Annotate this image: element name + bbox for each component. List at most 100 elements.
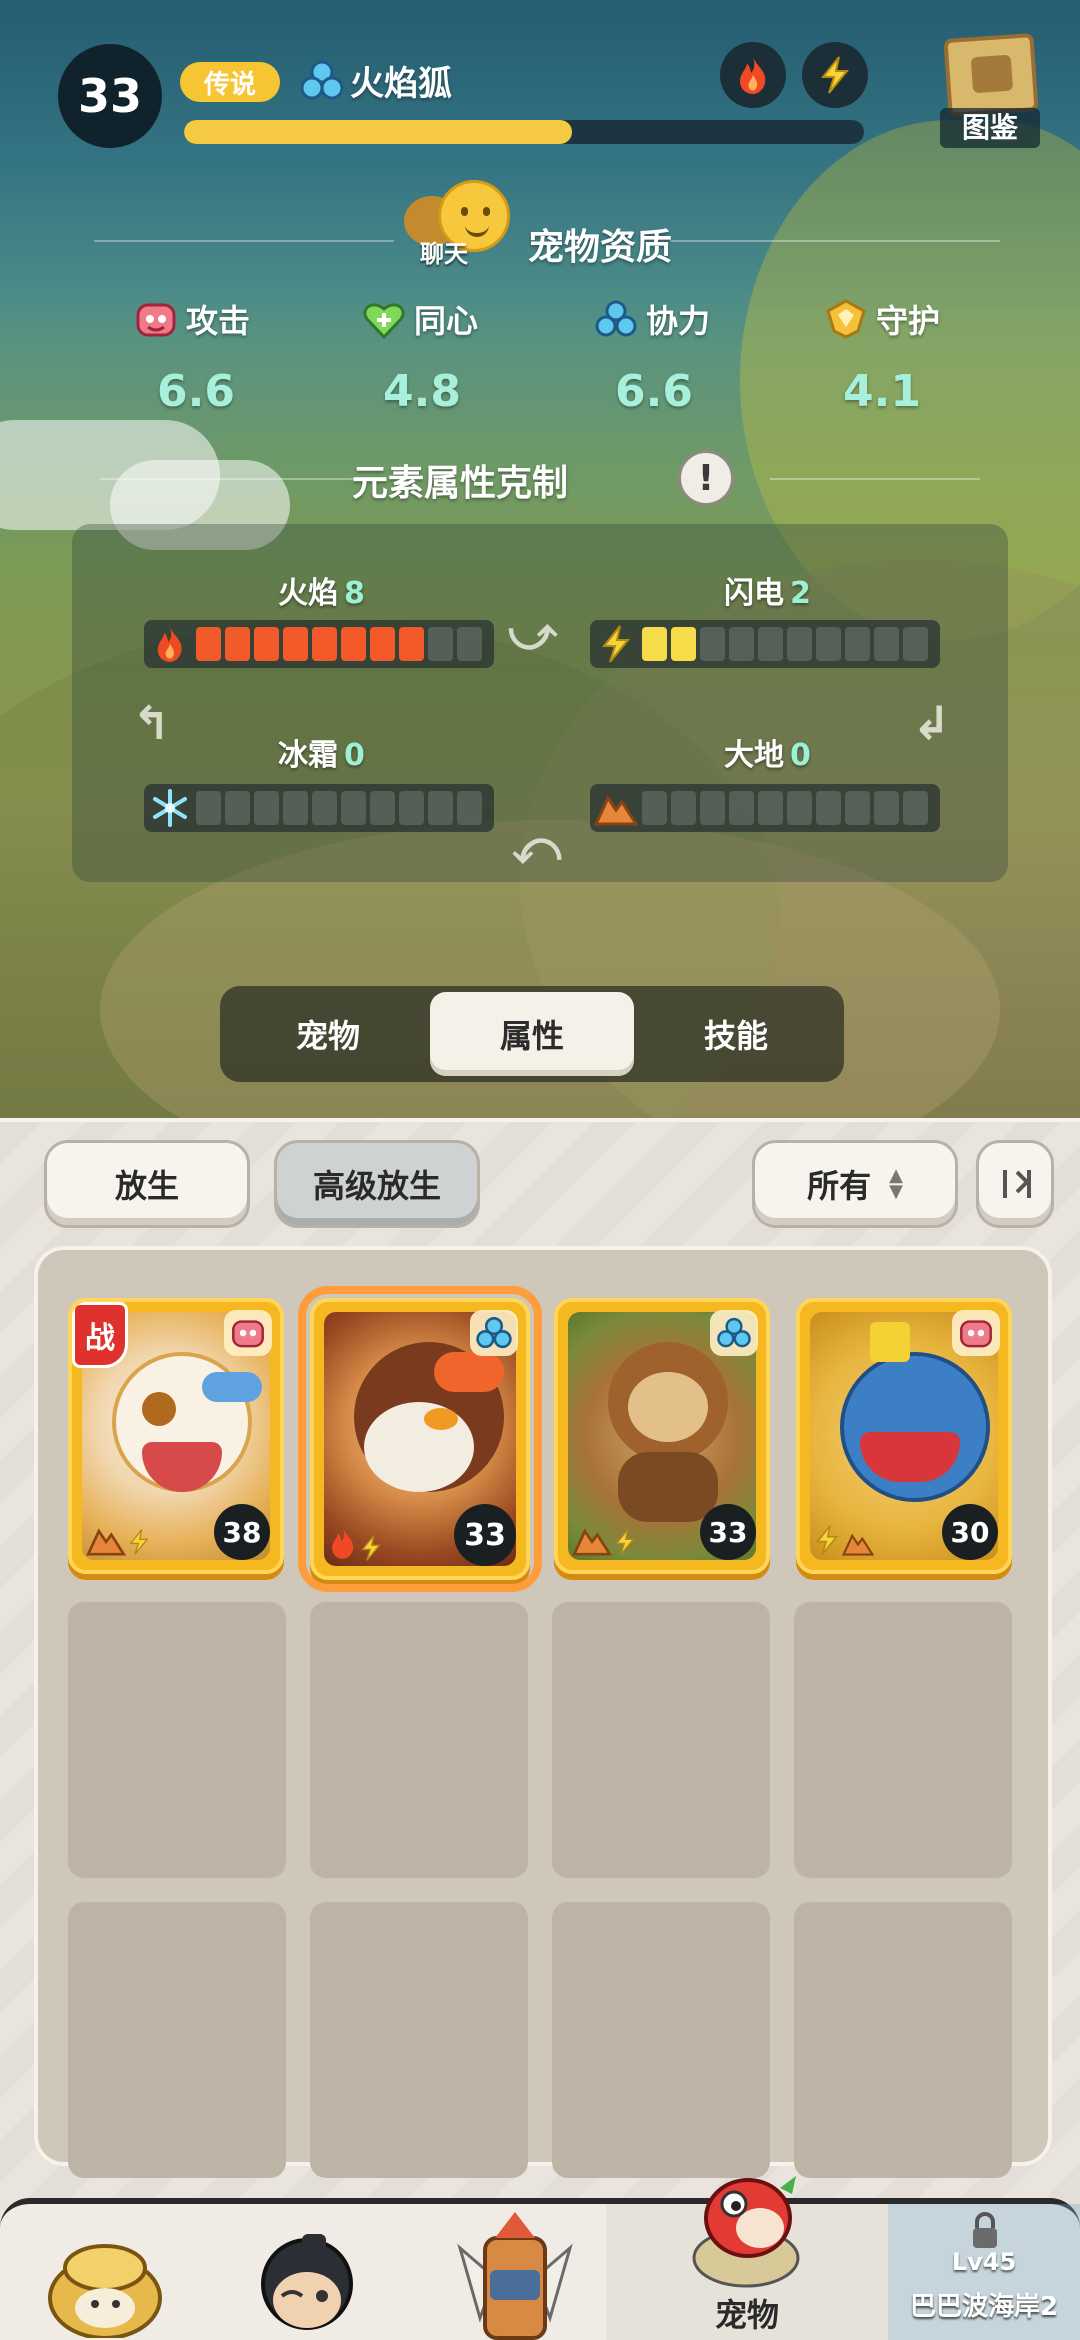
attack-icon	[952, 1310, 1000, 1356]
snowflake-icon	[153, 789, 187, 827]
pet-icon	[692, 2176, 800, 2288]
cooperation-icon	[595, 300, 637, 337]
earth-icon	[86, 1528, 126, 1556]
lightning-icon	[615, 1529, 635, 1555]
frost-element-bar	[144, 784, 494, 832]
fire-element-button[interactable]	[720, 42, 786, 108]
stat-guard: 守护 4.1	[824, 296, 1024, 417]
element-segment	[341, 791, 366, 825]
nav-item-pets[interactable]: 宠物	[606, 2176, 888, 2340]
earth-icon	[594, 794, 638, 826]
guard-icon	[826, 299, 866, 339]
frost-label: 冰霜 0	[278, 738, 365, 773]
element-segment	[758, 627, 783, 661]
fire-icon	[740, 57, 766, 94]
earth-icon	[842, 1533, 874, 1556]
tab-attributes[interactable]: 属性	[430, 992, 634, 1076]
empty-pet-slot[interactable]	[310, 1902, 528, 2178]
element-segment	[903, 627, 928, 661]
earth-element-bar	[590, 784, 940, 832]
sort-button[interactable]	[976, 1140, 1054, 1228]
advanced-release-button[interactable]: 高级放生	[274, 1140, 480, 1228]
pet-card[interactable]: 战 38	[68, 1298, 284, 1574]
hay-creature-icon	[48, 2244, 162, 2338]
locked-location: 巴巴波海岸2	[909, 2292, 1059, 2322]
element-segment	[671, 627, 696, 661]
stat-value: 6.6	[615, 366, 693, 417]
rarity-badge: 传说	[180, 62, 280, 102]
bottom-navigation: 宠物 Lv45 巴巴波海岸2	[0, 2176, 1080, 2340]
element-segment	[700, 791, 725, 825]
chat-button[interactable]: 聊天	[400, 180, 510, 268]
attack-icon	[224, 1310, 272, 1356]
element-segment	[283, 791, 308, 825]
nav-item-hay-creature[interactable]	[0, 2178, 200, 2340]
arrow-up-icon: ↰	[132, 696, 171, 750]
filter-dropdown[interactable]: 所有 ▲ ▼	[752, 1140, 958, 1228]
element-segment	[457, 791, 482, 825]
element-segment	[196, 791, 221, 825]
lightning-icon	[820, 56, 850, 94]
element-title: 元素属性克制	[351, 463, 568, 504]
element-segment	[457, 627, 482, 661]
release-button[interactable]: 放生	[44, 1140, 250, 1228]
arrow-right-icon: ⤻	[508, 606, 558, 660]
stat-cooperation: 协力 6.6	[594, 296, 794, 417]
empty-pet-slot[interactable]	[552, 1602, 770, 1878]
pet-card[interactable]: 33	[554, 1298, 770, 1574]
element-segment	[874, 627, 899, 661]
element-segment	[254, 627, 279, 661]
stat-attack: 攻击 6.6	[134, 296, 334, 417]
pet-card-selected[interactable]: 33	[298, 1286, 542, 1592]
lightning-icon	[129, 1529, 149, 1555]
stat-value: 4.8	[383, 366, 461, 417]
empty-pet-slot[interactable]	[552, 1902, 770, 2178]
pet-level: 33	[700, 1504, 756, 1560]
element-segment	[787, 791, 812, 825]
tab-bar: 宠物 属性 技能	[220, 986, 844, 1082]
pet-level-badge: 33	[58, 44, 162, 148]
aptitude-title: 宠物资质	[527, 227, 672, 268]
pet-name: 火焰狐	[350, 64, 452, 104]
element-segment	[225, 791, 250, 825]
element-segment	[642, 627, 667, 661]
pet-level: 33	[454, 1504, 516, 1566]
fire-icon	[157, 627, 182, 662]
book-icon	[943, 32, 1039, 118]
empty-pet-slot[interactable]	[68, 1602, 286, 1878]
element-segment	[845, 791, 870, 825]
tab-skills[interactable]: 技能	[634, 992, 838, 1076]
element-segment	[254, 791, 279, 825]
empty-pet-slot[interactable]	[794, 1902, 1012, 2178]
element-segment	[729, 627, 754, 661]
codex-button[interactable]: 图鉴	[940, 32, 1040, 148]
element-segment	[642, 791, 667, 825]
exp-bar-fill	[184, 120, 572, 144]
locked-area-button[interactable]: Lv45 巴巴波海岸2	[888, 2204, 1080, 2340]
element-segment	[283, 627, 308, 661]
empty-pet-slot[interactable]	[68, 1902, 286, 2178]
lightning-element-button[interactable]	[802, 42, 868, 108]
nav-item-trainer[interactable]	[206, 2178, 406, 2340]
sort-icon	[1003, 1170, 1031, 1198]
nav-item-totem[interactable]	[412, 2178, 612, 2340]
lightning-label: 闪电 2	[724, 576, 811, 611]
info-button[interactable]: !	[678, 450, 734, 506]
empty-pet-slot[interactable]	[794, 1602, 1012, 1878]
fire-icon	[332, 1528, 354, 1559]
element-segment	[903, 791, 928, 825]
pet-card[interactable]: 30	[796, 1298, 1012, 1574]
element-segment	[874, 791, 899, 825]
element-segment	[399, 791, 424, 825]
tab-pet[interactable]: 宠物	[226, 992, 430, 1076]
element-segment	[370, 791, 395, 825]
chevron-updown-icon: ▲ ▼	[889, 1165, 903, 1202]
fire-element-bar	[144, 620, 494, 668]
heart-icon	[363, 303, 405, 340]
element-segment	[341, 627, 366, 661]
pet-level: 30	[942, 1504, 998, 1560]
element-segment	[312, 791, 337, 825]
stat-value: 6.6	[157, 366, 235, 417]
stat-value: 4.1	[843, 366, 921, 417]
empty-pet-slot[interactable]	[310, 1602, 528, 1878]
